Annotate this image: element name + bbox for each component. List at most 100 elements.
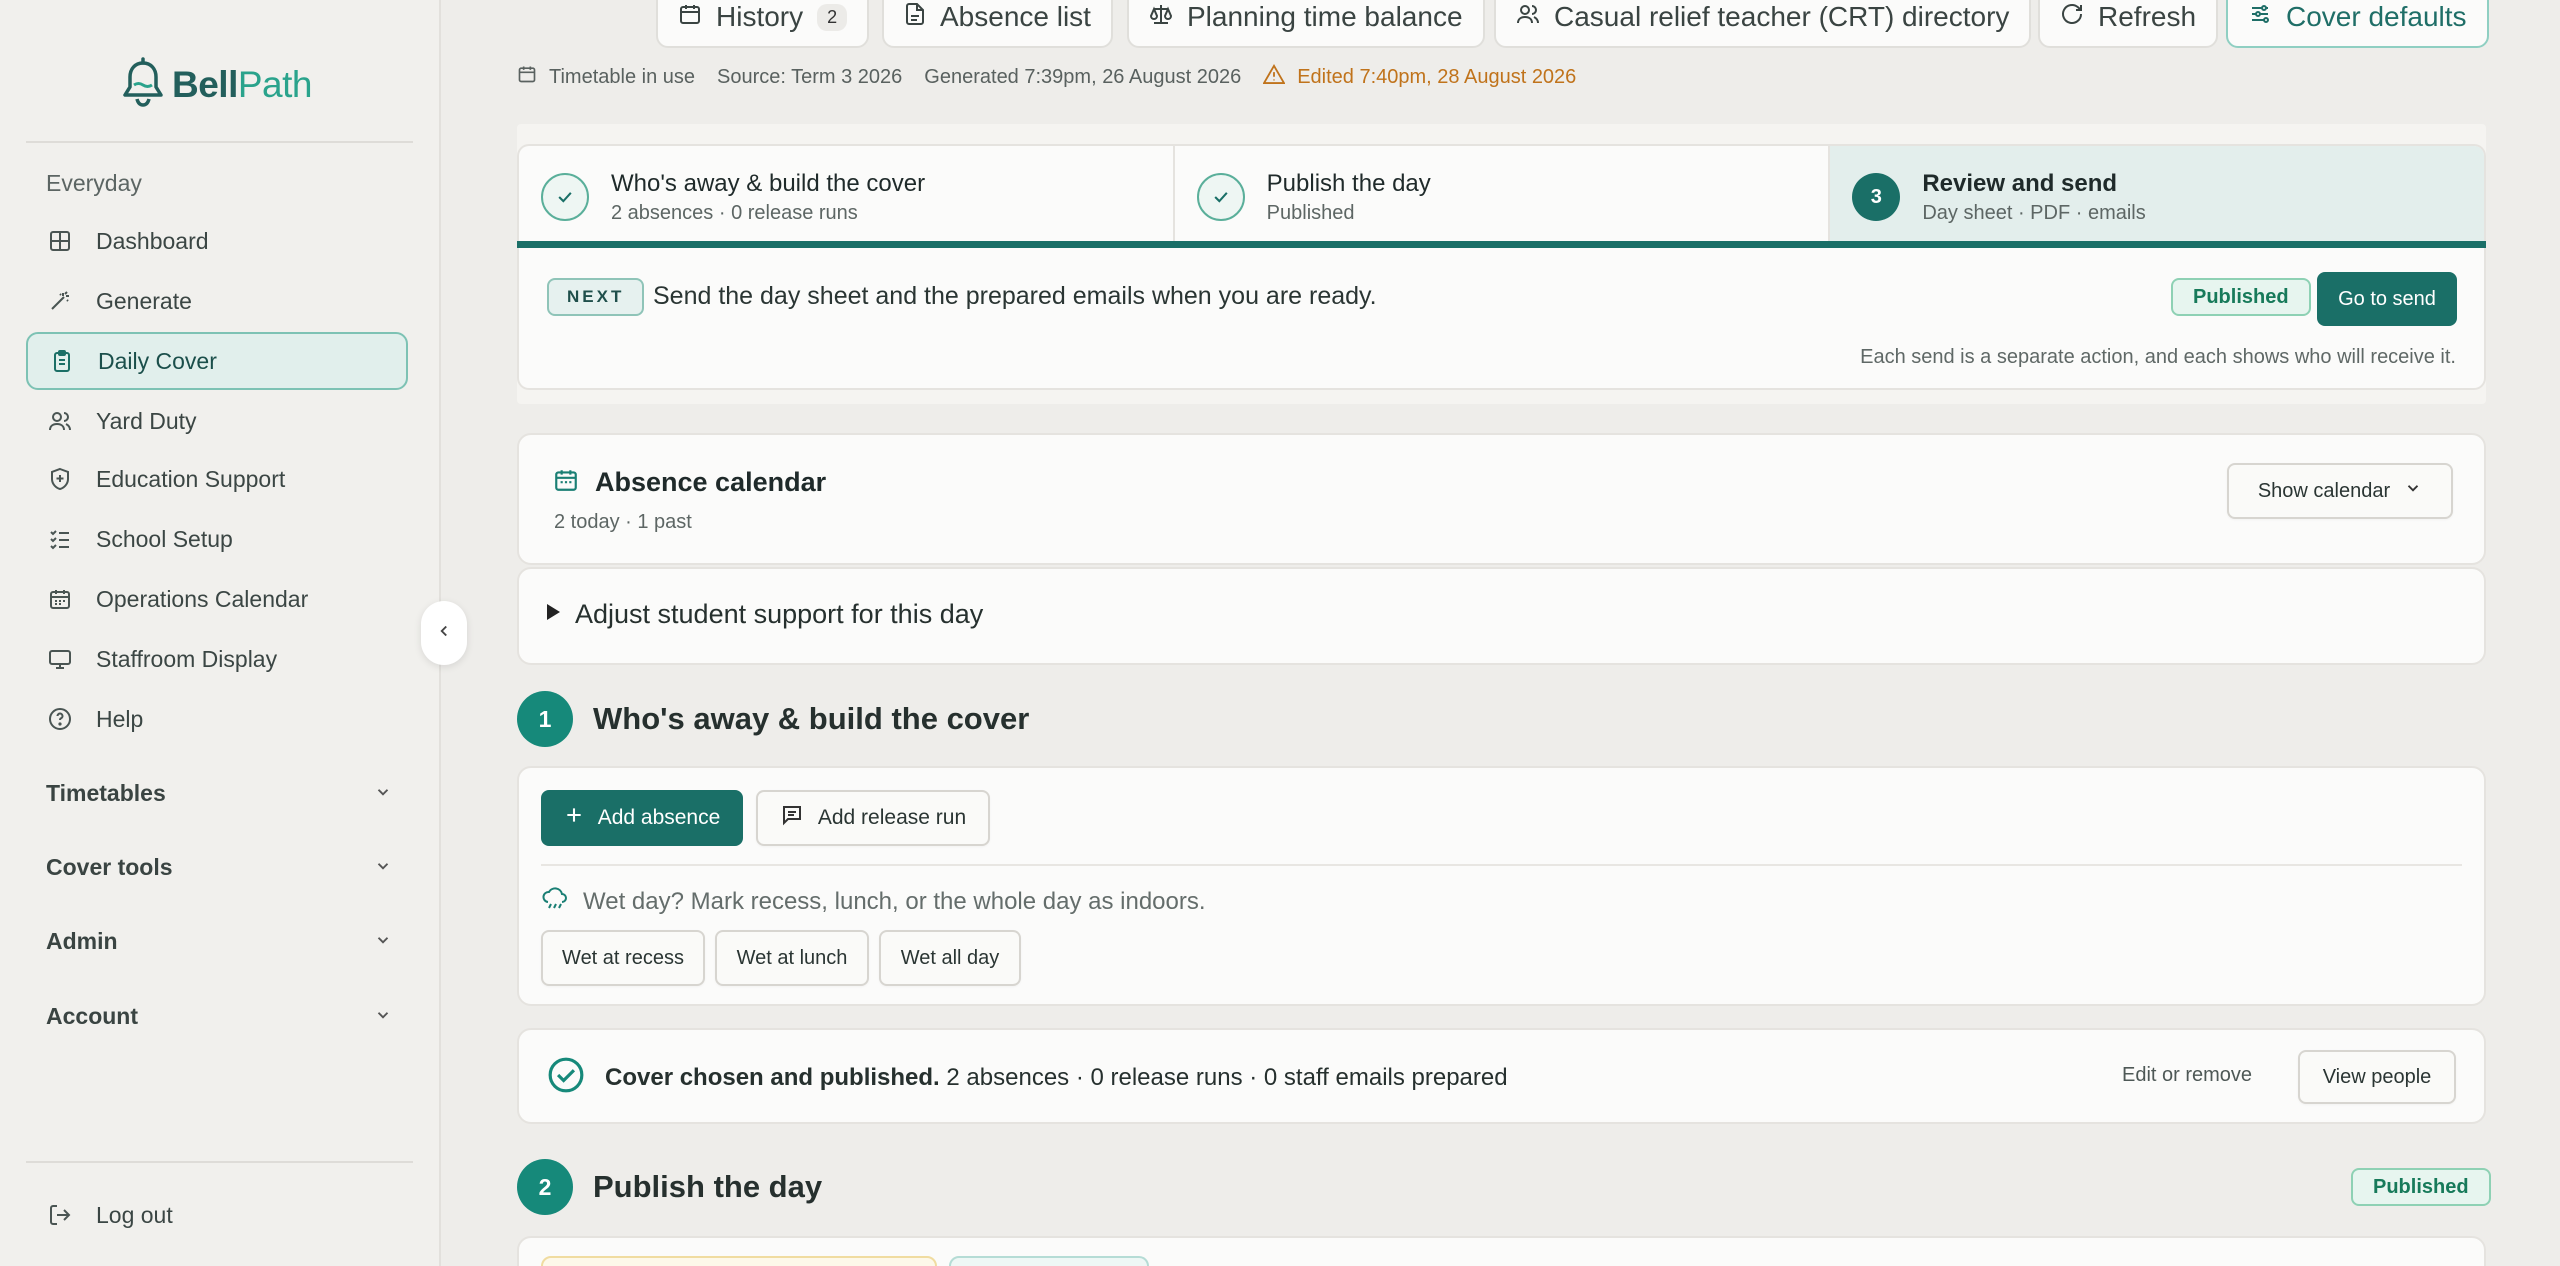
sidebar-group-timetables[interactable]: Timetables — [46, 773, 392, 813]
message-icon — [780, 803, 804, 833]
sidebar-item-education-support[interactable]: Education Support — [26, 450, 408, 508]
crt-label: Casual relief teacher (CRT) directory — [1554, 1, 2010, 32]
publish-option[interactable] — [541, 1256, 937, 1266]
calendar-icon — [553, 467, 579, 498]
go-to-send-button[interactable]: Go to send — [2317, 272, 2457, 326]
sliders-icon — [2248, 1, 2272, 33]
users-icon — [1516, 1, 1540, 33]
sidebar-group-admin[interactable]: Admin — [46, 921, 392, 961]
clipboard-icon — [48, 347, 76, 375]
logout-icon — [46, 1201, 74, 1229]
summary-status: Cover chosen and published. — [605, 1063, 940, 1091]
view-people-button[interactable]: View people — [2298, 1050, 2456, 1104]
section-title: Publish the day — [593, 1169, 823, 1204]
absence-list-label: Absence list — [940, 1, 1091, 32]
show-calendar-label: Show calendar — [2257, 479, 2391, 502]
scale-icon — [1149, 1, 1173, 33]
sidebar-item-generate[interactable]: Generate — [26, 272, 408, 330]
crt-directory-button[interactable]: Casual relief teacher (CRT) directory — [1494, 0, 2032, 48]
sidebar-item-staffroom-display[interactable]: Staffroom Display — [26, 630, 408, 688]
group-label: Account — [46, 1002, 138, 1029]
sidebar-item-help[interactable]: Help — [26, 690, 408, 748]
step-subtitle: Day sheet · PDF · emails — [1922, 201, 2146, 224]
sidebar-item-label: Yard Duty — [96, 407, 197, 434]
section-number: 2 — [517, 1159, 573, 1215]
step-progress-bar — [517, 241, 2486, 248]
generated-time: Generated 7:39pm, 26 August 2026 — [924, 65, 1242, 88]
sidebar-item-operations-calendar[interactable]: Operations Calendar — [26, 570, 408, 628]
section-publish-the-day: 2 Publish the day — [517, 1159, 822, 1215]
sidebar-group-cover-tools[interactable]: Cover tools — [46, 847, 392, 887]
document-icon — [904, 1, 926, 33]
chevron-left-icon — [435, 622, 453, 645]
show-calendar-button[interactable]: Show calendar — [2227, 463, 2453, 519]
cover-summary-card: Cover chosen and published. 2 absences ·… — [517, 1028, 2486, 1124]
sidebar-group-account[interactable]: Account — [46, 996, 392, 1036]
brand-logo[interactable]: BellPath — [120, 56, 312, 112]
chevron-down-icon — [2404, 479, 2422, 503]
student-support-disclosure[interactable]: Adjust student support for this day — [517, 567, 2486, 665]
sidebar-item-label: Dashboard — [96, 227, 209, 254]
logout-button[interactable]: Log out — [26, 1186, 408, 1244]
absence-calendar-card: Absence calendar 2 today · 1 past Show c… — [517, 433, 2486, 565]
publish-card — [517, 1236, 2486, 1266]
send-note: Each send is a separate action, and each… — [1860, 346, 2456, 368]
cover-defaults-label: Cover defaults — [2286, 1, 2467, 32]
grid-icon — [46, 227, 74, 255]
edit-or-remove-link[interactable]: Edit or remove — [2122, 1064, 2252, 1087]
group-label: Admin — [46, 927, 118, 954]
shield-plus-icon — [46, 465, 74, 493]
sidebar-item-school-setup[interactable]: School Setup — [26, 510, 408, 568]
refresh-label: Refresh — [2098, 1, 2197, 32]
sidebar-item-label: School Setup — [96, 525, 233, 552]
step-subtitle: Published — [1266, 201, 1355, 224]
sidebar-section-everyday: Everyday — [46, 170, 142, 196]
progress-stepper: Who's away & build the cover 2 absences … — [517, 144, 2486, 248]
build-cover-card: Add absence Add release run Wet day? Mar… — [517, 766, 2486, 1006]
step-build-cover[interactable]: Who's away & build the cover 2 absences … — [519, 146, 1175, 248]
group-label: Timetables — [46, 779, 166, 806]
wet-at-lunch-button[interactable]: Wet at lunch — [715, 930, 869, 986]
section-who-is-away: 1 Who's away & build the cover — [517, 691, 1029, 747]
sidebar-divider — [26, 1161, 413, 1163]
calendar-icon — [46, 585, 74, 613]
refresh-icon — [2060, 1, 2084, 33]
status-badge: Published — [2351, 1168, 2491, 1206]
add-absence-button[interactable]: Add absence — [541, 790, 743, 846]
users-icon — [46, 407, 74, 435]
sidebar-item-label: Staffroom Display — [96, 645, 278, 672]
monitor-icon — [46, 645, 74, 673]
sidebar-item-daily-cover[interactable]: Daily Cover — [26, 332, 408, 390]
sidebar-item-yard-duty[interactable]: Yard Duty — [26, 392, 408, 450]
history-count-badge: 2 — [817, 3, 848, 31]
collapse-sidebar-button[interactable] — [421, 601, 467, 665]
sidebar-item-label: Operations Calendar — [96, 585, 309, 612]
absence-calendar-title: Absence calendar — [595, 467, 827, 497]
step-review-send[interactable]: 3 Review and send Day sheet · PDF · emai… — [1830, 146, 2484, 248]
cover-defaults-button[interactable]: Cover defaults — [2226, 0, 2489, 48]
status-badge: Published — [2171, 278, 2311, 316]
add-absence-label: Add absence — [597, 806, 721, 829]
sidebar-item-dashboard[interactable]: Dashboard — [26, 212, 408, 270]
publish-option[interactable] — [949, 1256, 1149, 1266]
calendar-icon — [517, 64, 537, 90]
wet-at-recess-button[interactable]: Wet at recess — [541, 930, 705, 986]
planning-label: Planning time balance — [1187, 1, 1463, 32]
absence-list-button[interactable]: Absence list — [882, 0, 1113, 48]
wand-icon — [46, 287, 74, 315]
add-release-run-button[interactable]: Add release run — [756, 790, 990, 846]
checklist-icon — [46, 525, 74, 553]
warning-icon — [1262, 64, 1286, 90]
sidebar-item-label: Daily Cover — [98, 347, 217, 374]
wet-all-day-button[interactable]: Wet all day — [879, 930, 1021, 986]
summary-detail: 2 absences · 0 release runs · 0 staff em… — [946, 1063, 1508, 1091]
brand-name: BellPath — [172, 64, 312, 105]
step-publish[interactable]: Publish the day Published — [1175, 146, 1831, 248]
chevron-down-icon — [374, 1003, 392, 1030]
refresh-button[interactable]: Refresh — [2038, 0, 2219, 48]
check-circle-icon — [547, 1056, 585, 1099]
section-number: 1 — [517, 691, 573, 747]
planning-time-balance-button[interactable]: Planning time balance — [1127, 0, 1485, 48]
logout-label: Log out — [96, 1201, 173, 1228]
history-button[interactable]: History 2 — [656, 0, 870, 48]
